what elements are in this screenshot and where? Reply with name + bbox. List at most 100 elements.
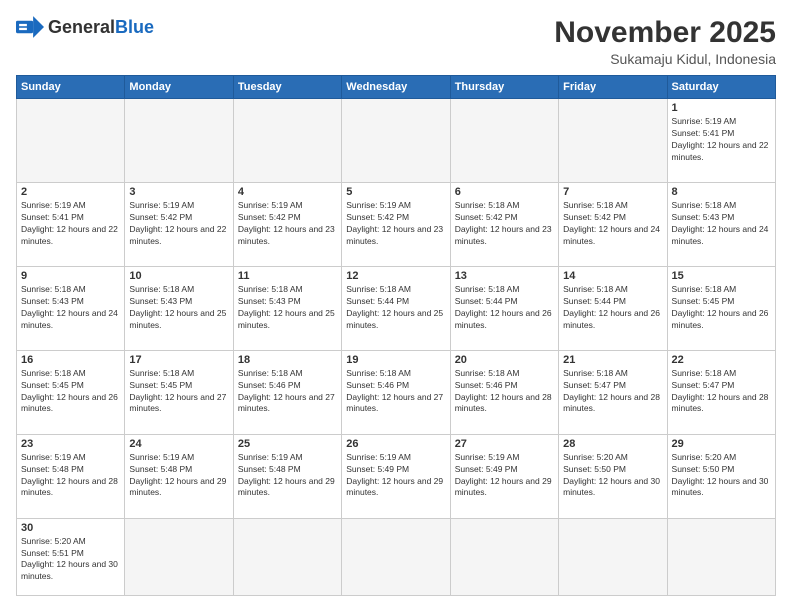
table-row: 12 Sunrise: 5:18 AM Sunset: 5:44 PM Dayli… <box>342 266 450 350</box>
day-info: Sunrise: 5:18 AM Sunset: 5:46 PM Dayligh… <box>455 368 554 416</box>
table-row: 15Sunrise: 5:18 AM Sunset: 5:45 PM Dayli… <box>667 266 775 350</box>
table-row: 28 Sunrise: 5:20 AM Sunset: 5:50 PM Dayli… <box>559 434 667 518</box>
table-row: 13Sunrise: 5:18 AM Sunset: 5:44 PM Dayli… <box>450 266 558 350</box>
day-info: Sunrise: 5:18 AM Sunset: 5:43 PM Dayligh… <box>129 284 228 332</box>
table-row: 1 Sunrise: 5:19 AM Sunset: 5:41 PM Daylig… <box>667 99 775 183</box>
day-info: Sunrise: 5:18 AM Sunset: 5:44 PM Dayligh… <box>346 284 445 332</box>
calendar-header-row: Sunday Monday Tuesday Wednesday Thursday… <box>17 76 776 99</box>
day-number: 28 <box>563 438 662 450</box>
day-number: 19 <box>346 354 445 366</box>
table-row: 22 Sunrise: 5:18 AM Sunset: 5:47 PM Dayli… <box>667 350 775 434</box>
table-row: 3Sunrise: 5:19 AM Sunset: 5:42 PM Daylig… <box>125 182 233 266</box>
calendar-week-row: 23 Sunrise: 5:19 AM Sunset: 5:48 PM Dayli… <box>17 434 776 518</box>
table-row: 5 Sunrise: 5:19 AM Sunset: 5:42 PM Daylig… <box>342 182 450 266</box>
day-number: 22 <box>672 354 771 366</box>
day-number: 18 <box>238 354 337 366</box>
day-number: 10 <box>129 270 228 282</box>
table-row: 17Sunrise: 5:18 AM Sunset: 5:45 PM Dayli… <box>125 350 233 434</box>
calendar-week-row: 2 Sunrise: 5:19 AM Sunset: 5:41 PM Daylig… <box>17 182 776 266</box>
day-info: Sunrise: 5:19 AM Sunset: 5:49 PM Dayligh… <box>346 452 445 500</box>
table-row <box>233 518 341 595</box>
header: GeneralBlue November 2025 Sukamaju Kidul… <box>16 16 776 67</box>
day-number: 16 <box>21 354 120 366</box>
day-info: Sunrise: 5:19 AM Sunset: 5:42 PM Dayligh… <box>346 200 445 248</box>
table-row: 11Sunrise: 5:18 AM Sunset: 5:43 PM Dayli… <box>233 266 341 350</box>
calendar-table: Sunday Monday Tuesday Wednesday Thursday… <box>16 75 776 596</box>
table-row <box>559 518 667 595</box>
day-info: Sunrise: 5:18 AM Sunset: 5:42 PM Dayligh… <box>455 200 554 248</box>
table-row <box>667 518 775 595</box>
table-row <box>125 518 233 595</box>
table-row <box>342 99 450 183</box>
day-info: Sunrise: 5:19 AM Sunset: 5:48 PM Dayligh… <box>238 452 337 500</box>
table-row <box>233 99 341 183</box>
calendar-week-row: 16 Sunrise: 5:18 AM Sunset: 5:45 PM Dayli… <box>17 350 776 434</box>
day-number: 23 <box>21 438 120 450</box>
day-number: 2 <box>21 186 120 198</box>
generalblue-logo-icon <box>16 16 44 38</box>
day-info: Sunrise: 5:19 AM Sunset: 5:49 PM Dayligh… <box>455 452 554 500</box>
table-row <box>450 518 558 595</box>
header-tuesday: Tuesday <box>233 76 341 99</box>
table-row: 10 Sunrise: 5:18 AM Sunset: 5:43 PM Dayli… <box>125 266 233 350</box>
table-row: 21Sunrise: 5:18 AM Sunset: 5:47 PM Dayli… <box>559 350 667 434</box>
table-row: 25 Sunrise: 5:19 AM Sunset: 5:48 PM Dayli… <box>233 434 341 518</box>
day-number: 14 <box>563 270 662 282</box>
table-row <box>125 99 233 183</box>
calendar-week-row: 9 Sunrise: 5:18 AM Sunset: 5:43 PM Daylig… <box>17 266 776 350</box>
day-info: Sunrise: 5:19 AM Sunset: 5:48 PM Dayligh… <box>129 452 228 500</box>
table-row: 20Sunrise: 5:18 AM Sunset: 5:46 PM Dayli… <box>450 350 558 434</box>
table-row: 16 Sunrise: 5:18 AM Sunset: 5:45 PM Dayli… <box>17 350 125 434</box>
logo-blue: Blue <box>115 17 154 37</box>
table-row <box>559 99 667 183</box>
header-friday: Friday <box>559 76 667 99</box>
header-wednesday: Wednesday <box>342 76 450 99</box>
day-number: 7 <box>563 186 662 198</box>
table-row: 14 Sunrise: 5:18 AM Sunset: 5:44 PM Dayli… <box>559 266 667 350</box>
day-number: 13 <box>455 270 554 282</box>
table-row: 8Sunrise: 5:18 AM Sunset: 5:43 PM Daylig… <box>667 182 775 266</box>
table-row <box>17 99 125 183</box>
table-row: 18Sunrise: 5:18 AM Sunset: 5:46 PM Dayli… <box>233 350 341 434</box>
day-info: Sunrise: 5:18 AM Sunset: 5:46 PM Dayligh… <box>346 368 445 416</box>
day-info: Sunrise: 5:18 AM Sunset: 5:42 PM Dayligh… <box>563 200 662 248</box>
day-info: Sunrise: 5:18 AM Sunset: 5:43 PM Dayligh… <box>672 200 771 248</box>
table-row: 29 Sunrise: 5:20 AM Sunset: 5:50 PM Dayli… <box>667 434 775 518</box>
month-title: November 2025 <box>554 16 776 49</box>
day-info: Sunrise: 5:19 AM Sunset: 5:42 PM Dayligh… <box>129 200 228 248</box>
day-number: 5 <box>346 186 445 198</box>
day-number: 29 <box>672 438 771 450</box>
page: GeneralBlue November 2025 Sukamaju Kidul… <box>0 0 792 612</box>
day-number: 1 <box>672 102 771 114</box>
day-number: 9 <box>21 270 120 282</box>
day-number: 25 <box>238 438 337 450</box>
day-number: 30 <box>21 522 120 534</box>
title-block: November 2025 Sukamaju Kidul, Indonesia <box>554 16 776 67</box>
header-sunday: Sunday <box>17 76 125 99</box>
header-thursday: Thursday <box>450 76 558 99</box>
location: Sukamaju Kidul, Indonesia <box>554 51 776 67</box>
table-row <box>342 518 450 595</box>
table-row: 2 Sunrise: 5:19 AM Sunset: 5:41 PM Daylig… <box>17 182 125 266</box>
day-info: Sunrise: 5:19 AM Sunset: 5:41 PM Dayligh… <box>672 116 771 164</box>
day-number: 15 <box>672 270 771 282</box>
table-row: 23Sunrise: 5:19 AM Sunset: 5:48 PM Dayli… <box>17 434 125 518</box>
table-row: 19 Sunrise: 5:18 AM Sunset: 5:46 PM Dayli… <box>342 350 450 434</box>
day-info: Sunrise: 5:18 AM Sunset: 5:45 PM Dayligh… <box>21 368 120 416</box>
header-monday: Monday <box>125 76 233 99</box>
header-saturday: Saturday <box>667 76 775 99</box>
day-info: Sunrise: 5:18 AM Sunset: 5:47 PM Dayligh… <box>672 368 771 416</box>
day-info: Sunrise: 5:20 AM Sunset: 5:50 PM Dayligh… <box>563 452 662 500</box>
day-info: Sunrise: 5:20 AM Sunset: 5:50 PM Dayligh… <box>672 452 771 500</box>
day-info: Sunrise: 5:19 AM Sunset: 5:41 PM Dayligh… <box>21 200 120 248</box>
day-number: 12 <box>346 270 445 282</box>
day-number: 27 <box>455 438 554 450</box>
day-number: 6 <box>455 186 554 198</box>
day-info: Sunrise: 5:18 AM Sunset: 5:47 PM Dayligh… <box>563 368 662 416</box>
day-number: 11 <box>238 270 337 282</box>
day-number: 26 <box>346 438 445 450</box>
day-info: Sunrise: 5:18 AM Sunset: 5:44 PM Dayligh… <box>563 284 662 332</box>
day-info: Sunrise: 5:20 AM Sunset: 5:51 PM Dayligh… <box>21 536 120 584</box>
calendar-week-row: 30 Sunrise: 5:20 AM Sunset: 5:51 PM Dayli… <box>17 518 776 595</box>
day-number: 24 <box>129 438 228 450</box>
